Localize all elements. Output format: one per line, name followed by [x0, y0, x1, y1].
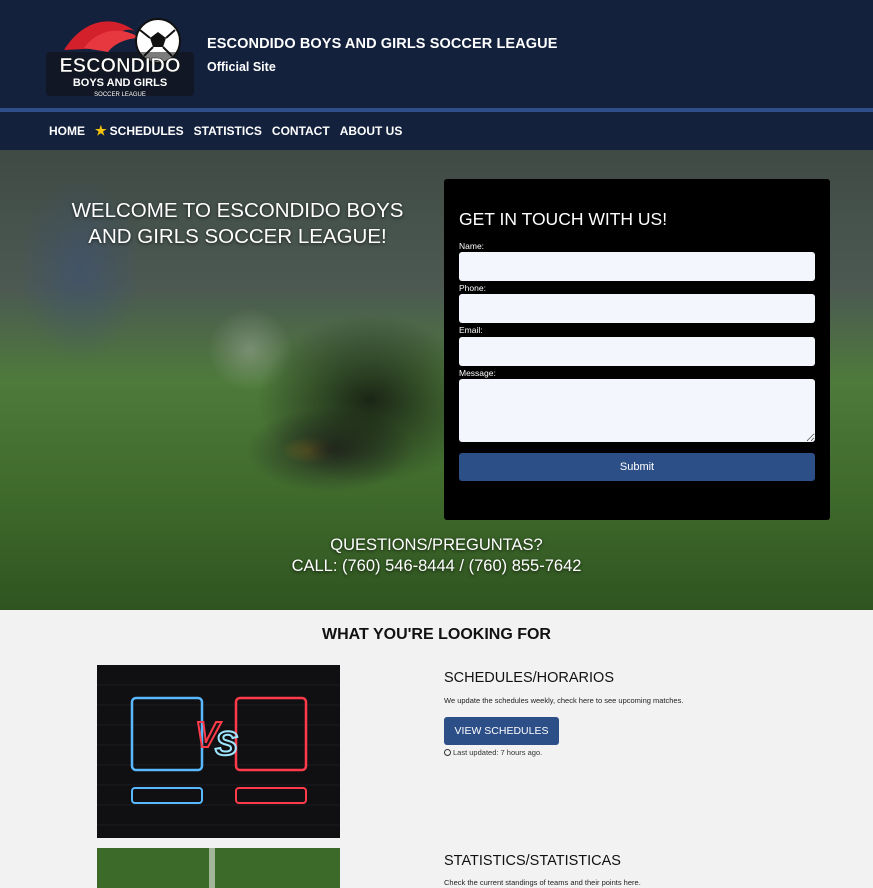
hero-title: WELCOME TO ESCONDIDO BOYS AND GIRLS SOCC…	[71, 199, 404, 248]
phone-numbers[interactable]: CALL: (760) 546-8444 / (760) 855-7642	[0, 556, 873, 577]
schedules-image[interactable]: V S	[97, 665, 340, 838]
phone-label: Phone:	[459, 283, 486, 293]
statistics-title: STATISTICS/STATISTICAS	[444, 853, 621, 869]
league-logo[interactable]: ESCONDIDO BOYS AND GIRLS SOCCER LEAGUE	[44, 8, 196, 100]
site-header: ESCONDIDO BOYS AND GIRLS SOCCER LEAGUE E…	[0, 0, 873, 108]
name-label: Name:	[459, 241, 485, 251]
questions-heading: QUESTIONS/PREGUNTAS?	[330, 536, 543, 554]
main-nav: HOME ★ SCHEDULES STATISTICS CONTACT ABOUT…	[0, 112, 873, 150]
hero-section: WELCOME TO ESCONDIDO BOYS AND GIRLS SOCC…	[0, 150, 873, 610]
svg-text:ESCONDIDO: ESCONDIDO	[59, 55, 180, 77]
grass-field-image	[97, 848, 340, 888]
schedules-description: We update the schedules weekly, check he…	[444, 696, 684, 705]
nav-contact-label: CONTACT	[271, 124, 330, 138]
nav-schedules-label: SCHEDULES	[109, 124, 184, 138]
nav-item-contact[interactable]: CONTACT	[272, 124, 330, 138]
clock-icon	[444, 749, 451, 756]
email-label: Email:	[459, 325, 483, 335]
statistics-description: Check the current standings of teams and…	[444, 878, 641, 887]
versus-neon-image: V S	[97, 665, 340, 838]
contact-form: GET IN TOUCH WITH US! Name: Phone: Email…	[444, 179, 830, 520]
svg-text:S: S	[215, 725, 238, 763]
site-subtitle: Official Site	[207, 60, 276, 74]
schedules-title: SCHEDULES/HORARIOS	[444, 670, 615, 686]
name-field[interactable]	[459, 252, 815, 281]
section-title: WHAT YOU'RE LOOKING FOR	[322, 626, 551, 643]
nav-home-label: HOME	[49, 124, 85, 138]
nav-item-schedules[interactable]: ★ SCHEDULES	[95, 123, 184, 139]
nav-statistics-label: STATISTICS	[193, 124, 262, 138]
email-field[interactable]	[459, 337, 815, 366]
phone-field[interactable]	[459, 294, 815, 323]
submit-button[interactable]: Submit	[459, 453, 815, 481]
statistics-image[interactable]	[97, 848, 340, 888]
site-title: ESCONDIDO BOYS AND GIRLS SOCCER LEAGUE	[207, 36, 558, 52]
view-schedules-button[interactable]: VIEW SCHEDULES	[444, 717, 559, 745]
nav-item-about-us[interactable]: ABOUT US	[340, 124, 403, 138]
form-title: GET IN TOUCH WITH US!	[459, 209, 668, 229]
nav-item-home[interactable]: HOME	[49, 124, 85, 138]
message-field[interactable]	[459, 379, 815, 442]
last-updated: Last updated: 7 hours ago.	[444, 748, 542, 757]
star-icon: ★	[95, 123, 107, 138]
nav-item-statistics[interactable]: STATISTICS	[194, 124, 262, 138]
nav-about-label: ABOUT US	[339, 124, 403, 138]
svg-text:SOCCER LEAGUE: SOCCER LEAGUE	[94, 92, 146, 98]
questions-block: QUESTIONS/PREGUNTAS? CALL: (760) 546-844…	[0, 535, 873, 577]
message-label: Message:	[459, 368, 496, 378]
last-updated-text: Last updated: 7 hours ago.	[453, 748, 543, 757]
svg-text:BOYS AND GIRLS: BOYS AND GIRLS	[73, 77, 167, 89]
